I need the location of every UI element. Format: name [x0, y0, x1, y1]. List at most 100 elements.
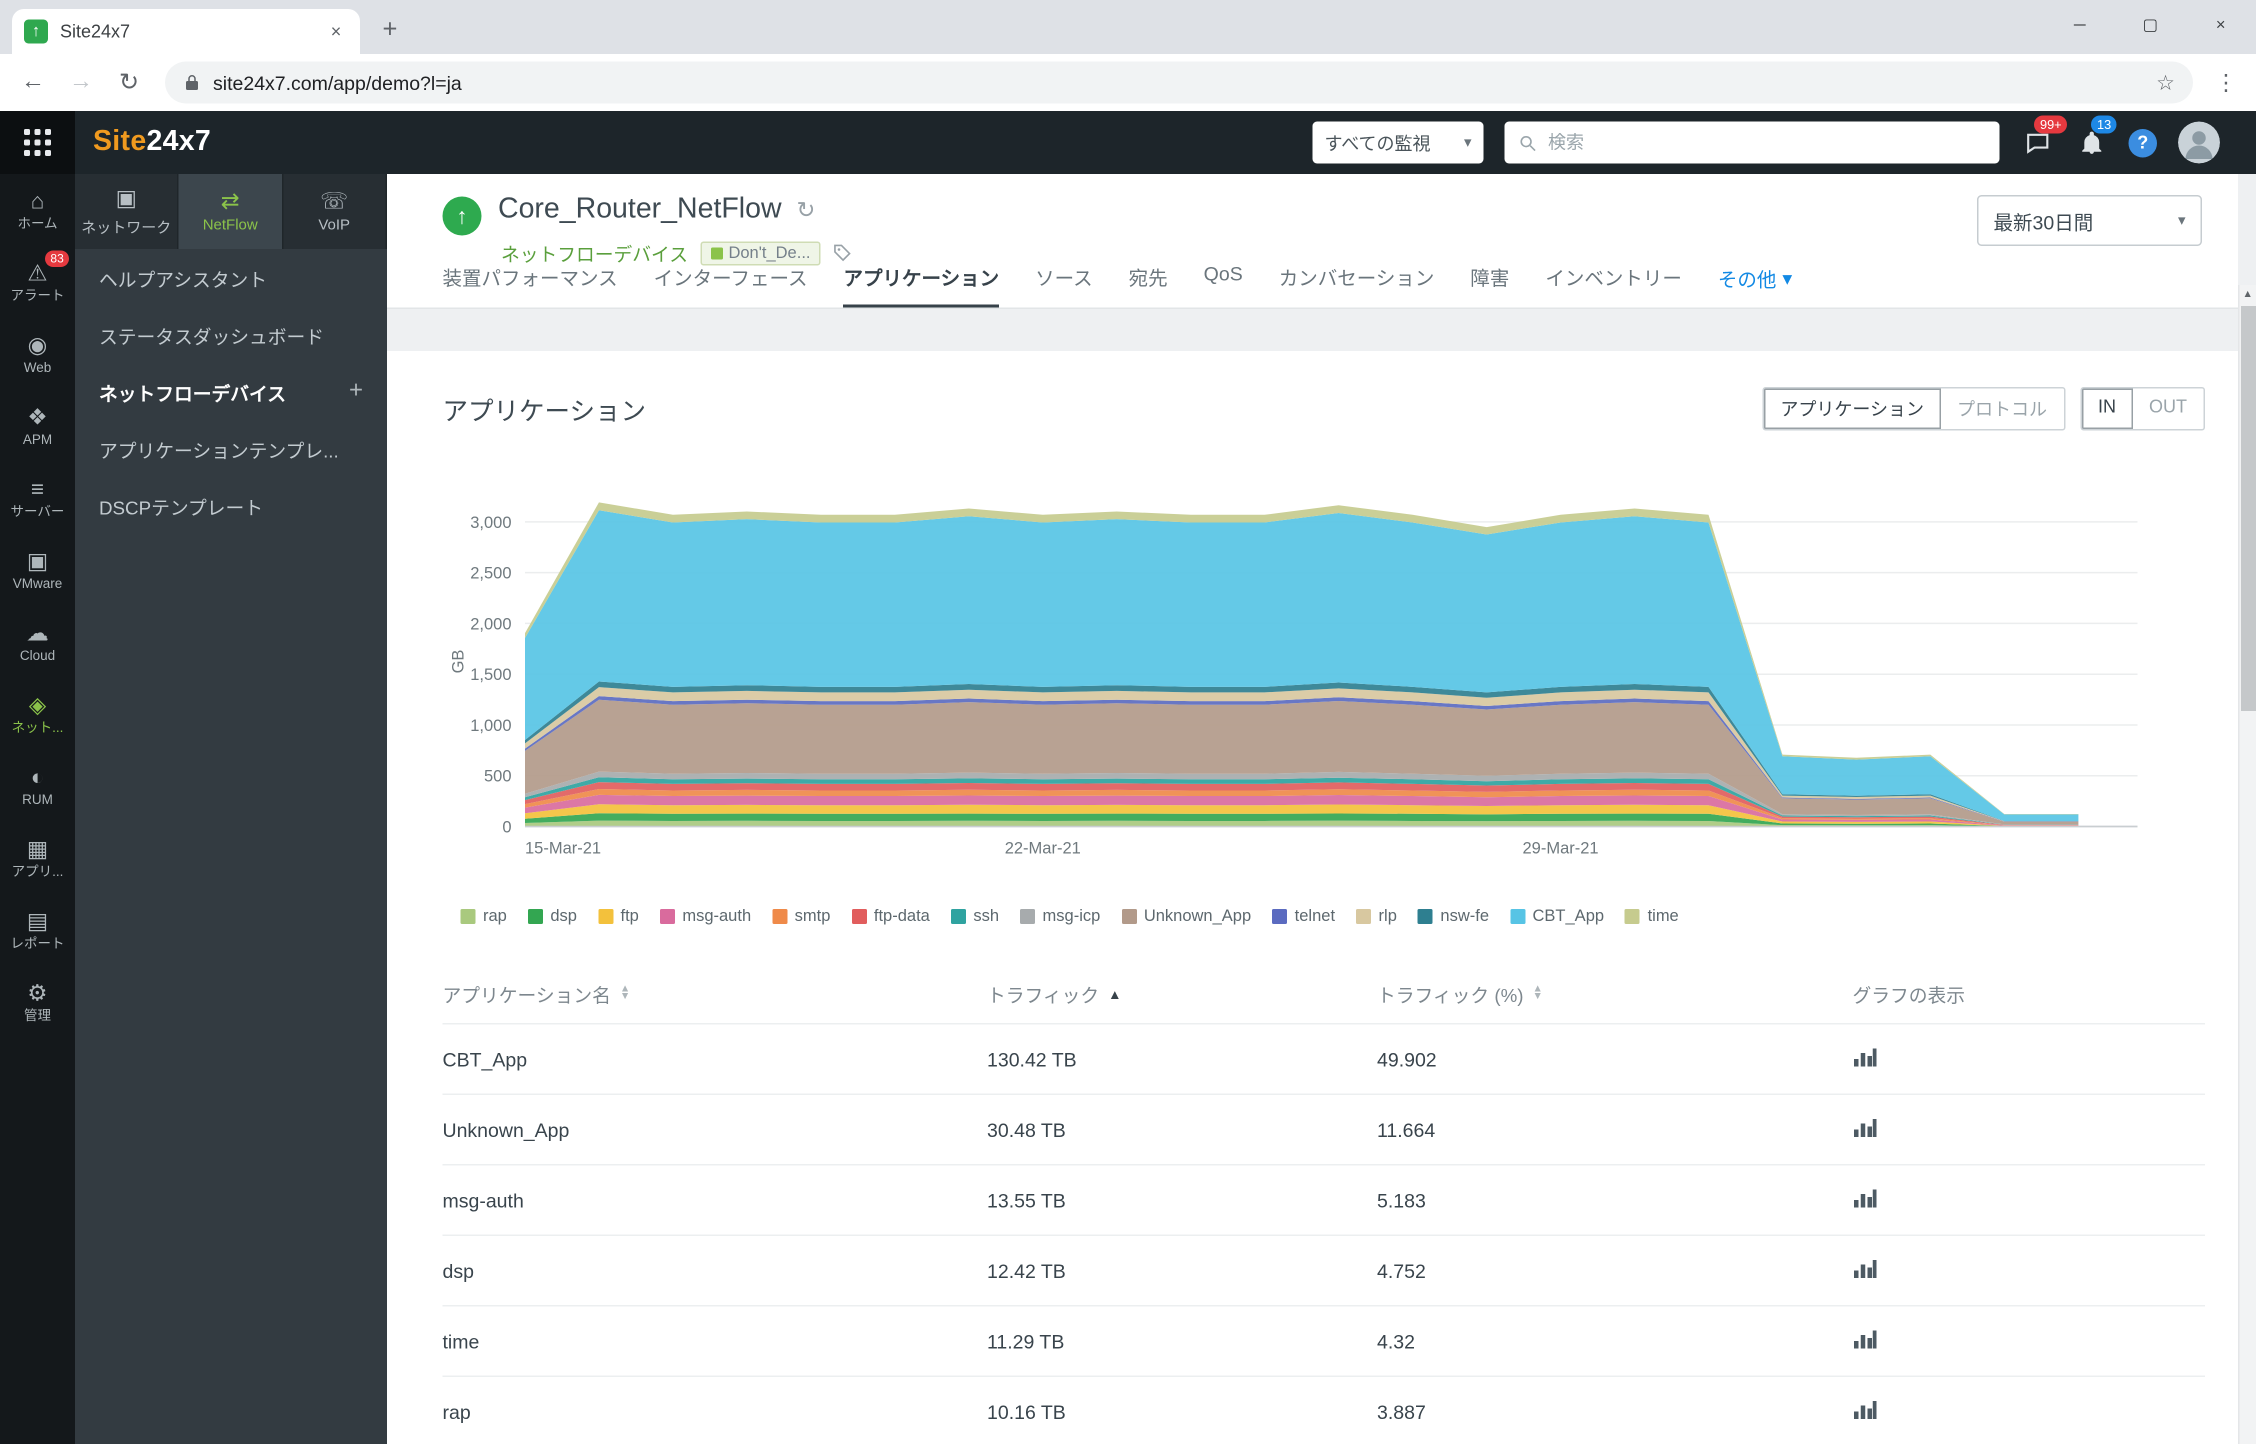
sidebar-item-server[interactable]: ≡サーバー: [0, 462, 75, 534]
legend-item-msg-icp[interactable]: msg-icp: [1020, 908, 1100, 926]
monitor-tab[interactable]: 装置パフォーマンス: [443, 263, 618, 308]
legend-item-time[interactable]: time: [1625, 908, 1679, 926]
column-header-1[interactable]: アプリケーション名▲▼: [443, 965, 988, 1024]
sidebar-item-network[interactable]: ◈ネット...: [0, 678, 75, 750]
direction-toggle-option[interactable]: IN: [2081, 389, 2132, 430]
show-graph-icon[interactable]: [1853, 1403, 1879, 1426]
view-toggle-option[interactable]: アプリケーション: [1764, 389, 1941, 430]
show-graph-icon[interactable]: [1853, 1121, 1879, 1144]
sidebar-item-report[interactable]: ▤レポート: [0, 894, 75, 966]
monitor-tab-active[interactable]: アプリケーション: [843, 263, 999, 308]
legend-item-ftp-data[interactable]: ftp-data: [851, 908, 929, 926]
page-scrollbar[interactable]: ▲ ▼: [2238, 285, 2256, 1444]
direction-toggle-option[interactable]: OUT: [2132, 389, 2203, 430]
sidebar-item-label: Cloud: [20, 649, 55, 663]
legend-item-smtp[interactable]: smtp: [772, 908, 830, 926]
show-graph-icon[interactable]: [1853, 1332, 1879, 1355]
time-range-dropdown[interactable]: 最新30日間 ▾: [1977, 195, 2202, 246]
monitor-tab[interactable]: QoS: [1204, 263, 1243, 308]
legend-item-nsw-fe[interactable]: nsw-fe: [1418, 908, 1489, 926]
help-button[interactable]: ?: [2129, 128, 2158, 157]
monitor-tab[interactable]: インベントリー: [1545, 263, 1682, 308]
minimize-button[interactable]: ─: [2045, 0, 2116, 50]
forward-button[interactable]: →: [60, 62, 102, 104]
module-tab-voip[interactable]: ☏VoIP: [283, 174, 387, 249]
reload-button[interactable]: ↻: [108, 62, 150, 104]
monitor-tab[interactable]: 宛先: [1129, 263, 1168, 308]
legend-item-rap[interactable]: rap: [461, 908, 507, 926]
gear-icon: ⚙: [27, 982, 47, 1005]
column-header-3[interactable]: トラフィック (%)▲▼: [1377, 965, 1853, 1024]
legend-swatch: [1356, 909, 1371, 924]
monitor-tab[interactable]: カンバセーション: [1279, 263, 1435, 308]
chart-toggles: アプリケーションプロトコル INOUT: [1762, 387, 2205, 431]
show-graph-icon[interactable]: [1853, 1262, 1879, 1285]
sidebar-item-alerts[interactable]: ⚠83アラート: [0, 246, 75, 318]
module-tab-netflow[interactable]: ⇄NetFlow: [179, 174, 283, 249]
legend-item-rlp[interactable]: rlp: [1356, 908, 1397, 926]
menu-item-label: ステータスダッシュボード: [99, 320, 324, 349]
legend-item-CBT_App[interactable]: CBT_App: [1510, 908, 1604, 926]
monitor-scope-dropdown[interactable]: すべての監視 ▾: [1313, 122, 1484, 164]
table-row: msg-auth13.55 TB5.183: [443, 1165, 2206, 1236]
legend-item-Unknown_App[interactable]: Unknown_App: [1121, 908, 1251, 926]
show-graph-icon[interactable]: [1853, 1050, 1879, 1073]
content-gap: [387, 309, 2238, 351]
show-graph-icon[interactable]: [1853, 1191, 1879, 1214]
scrollbar-thumb[interactable]: [2241, 306, 2256, 711]
sidebar-item-label: ホーム: [17, 217, 57, 231]
new-tab-button[interactable]: +: [369, 9, 411, 51]
sidebar-item-vmware[interactable]: ▣VMware: [0, 534, 75, 606]
sidebar-item-web[interactable]: ◉Web: [0, 318, 75, 390]
monitor-tab[interactable]: ソース: [1035, 263, 1093, 308]
legend-item-ftp[interactable]: ftp: [598, 908, 639, 926]
monitor-tab[interactable]: 障害: [1470, 263, 1509, 308]
legend-item-msg-auth[interactable]: msg-auth: [660, 908, 751, 926]
sidebar-item-apm[interactable]: ❖APM: [0, 390, 75, 462]
feedback-chat-button[interactable]: 99+: [2021, 126, 2054, 159]
sidebar-item-app[interactable]: ▦アプリ...: [0, 822, 75, 894]
view-toggle-option[interactable]: プロトコル: [1940, 389, 2063, 430]
sidebar-item-home[interactable]: ⌂ホーム: [0, 174, 75, 246]
browser-tab[interactable]: ↑ Site24x7 ×: [12, 9, 360, 54]
monitor-tab[interactable]: インターフェース: [654, 263, 808, 308]
add-netflow-device-button[interactable]: +: [349, 378, 363, 405]
maximize-button[interactable]: ▢: [2115, 0, 2186, 50]
legend-label: Unknown_App: [1144, 908, 1251, 926]
monitor-tab[interactable]: その他▾: [1718, 263, 1792, 308]
legend-item-ssh[interactable]: ssh: [951, 908, 999, 926]
menu-item-dscp-templates[interactable]: DSCPテンプレート: [75, 477, 387, 534]
address-bar[interactable]: site24x7.com/app/demo?l=ja ☆: [165, 62, 2193, 104]
notifications-button[interactable]: 13: [2075, 126, 2108, 159]
menu-item-netflow-devices[interactable]: ネットフローデバイス+: [75, 363, 387, 420]
browser-menu-icon[interactable]: ⋮: [2208, 69, 2244, 96]
bookmark-star-icon[interactable]: ☆: [2156, 70, 2175, 96]
close-button[interactable]: ×: [2186, 0, 2256, 50]
user-avatar[interactable]: [2178, 122, 2220, 164]
sidebar-item-cloud[interactable]: ☁Cloud: [0, 606, 75, 678]
apps-grid-button[interactable]: [0, 111, 75, 174]
page-title: Core_Router_NetFlow: [498, 194, 782, 227]
tab-close-icon[interactable]: ×: [324, 20, 348, 44]
legend-item-telnet[interactable]: telnet: [1272, 908, 1335, 926]
scroll-up-icon[interactable]: ▲: [2240, 285, 2256, 303]
menu-item-status-dashboard[interactable]: ステータスダッシュボード: [75, 306, 387, 363]
back-button[interactable]: ←: [12, 62, 54, 104]
traffic-percent-cell: 11.664: [1377, 1094, 1853, 1165]
traffic-area-chart[interactable]: 05001,0001,5002,0002,5003,000GB15-Mar-21…: [443, 452, 2221, 902]
global-search[interactable]: [1505, 122, 2000, 164]
tag-icon[interactable]: [833, 243, 853, 263]
monitor-tag[interactable]: Don't_De...: [700, 241, 821, 265]
legend-swatch: [772, 909, 787, 924]
menu-item-help-assistant[interactable]: ヘルプアシスタント: [75, 249, 387, 306]
column-header-2[interactable]: トラフィック▲: [987, 965, 1377, 1024]
sidebar-item-rum[interactable]: ◐RUM: [0, 750, 75, 822]
menu-item-app-templates[interactable]: アプリケーションテンプレ...: [75, 420, 387, 477]
site24x7-logo[interactable]: Site24x7: [93, 126, 211, 159]
refresh-monitor-icon[interactable]: ↻: [797, 197, 816, 224]
legend-item-dsp[interactable]: dsp: [528, 908, 577, 926]
sidebar-item-admin[interactable]: ⚙管理: [0, 966, 75, 1038]
search-input[interactable]: [1548, 132, 1986, 153]
monitor-scope-label: すべての監視: [1325, 130, 1431, 156]
module-tab-network[interactable]: ▣ネットワーク: [75, 174, 179, 249]
